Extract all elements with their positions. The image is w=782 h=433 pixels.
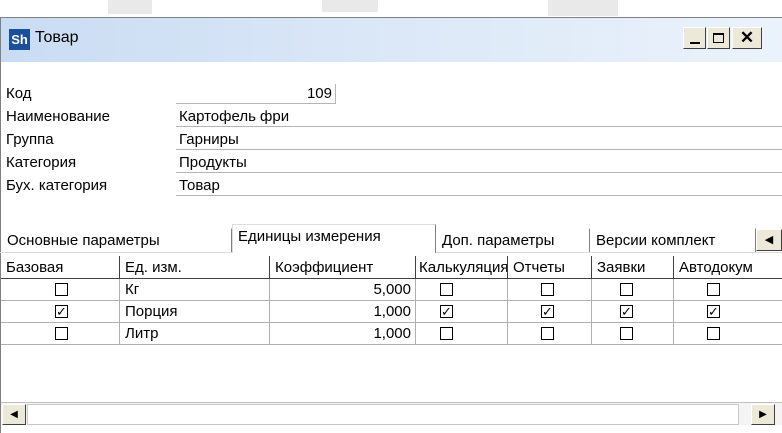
window-title: Товар bbox=[35, 29, 79, 46]
column-header-requests[interactable]: Заявки bbox=[592, 256, 674, 279]
field-label-code: Код bbox=[6, 85, 32, 102]
table-row[interactable]: ✓ bbox=[1, 301, 120, 323]
field-label-accounting-category: Бух. категория bbox=[6, 177, 108, 194]
code-field[interactable]: 109 bbox=[176, 84, 336, 104]
calc-cell[interactable]: ✓ bbox=[416, 301, 508, 323]
app-icon: Sh bbox=[9, 29, 30, 50]
title-bar[interactable]: Sh Товар ✕ bbox=[1, 18, 782, 62]
scroll-left-button[interactable]: ◀ bbox=[2, 404, 26, 425]
close-icon: ✕ bbox=[739, 28, 755, 47]
autodoc-checkbox[interactable] bbox=[707, 283, 720, 296]
watermark-shape bbox=[108, 0, 152, 14]
maximize-icon bbox=[713, 33, 724, 43]
reports-cell[interactable] bbox=[508, 279, 592, 301]
coefficient-cell[interactable]: 1,000 bbox=[270, 323, 416, 345]
column-header-coefficient[interactable]: Коэффициент bbox=[270, 256, 416, 279]
scroll-thumb[interactable] bbox=[27, 404, 739, 425]
requests-checkbox[interactable] bbox=[620, 327, 633, 340]
tab-extra-parameters[interactable]: Доп. параметры bbox=[436, 228, 590, 252]
tab-main-parameters[interactable]: Основные параметры bbox=[1, 228, 232, 252]
autodoc-checkbox-checked[interactable]: ✓ bbox=[707, 305, 720, 318]
base-checkbox[interactable] bbox=[55, 283, 68, 296]
autodoc-checkbox[interactable] bbox=[707, 327, 720, 340]
field-label-category: Категория bbox=[6, 154, 77, 171]
calc-checkbox[interactable] bbox=[440, 327, 453, 340]
tab-versions[interactable]: Версии комплект bbox=[590, 228, 756, 252]
watermark-shape bbox=[322, 0, 378, 12]
requests-cell[interactable] bbox=[592, 323, 674, 345]
tab-scroll-button[interactable]: ◀ bbox=[756, 229, 782, 251]
minimize-button[interactable] bbox=[683, 27, 706, 49]
calc-checkbox-checked[interactable]: ✓ bbox=[440, 305, 453, 318]
column-header-unit[interactable]: Ед. изм. bbox=[120, 256, 270, 279]
reports-cell[interactable] bbox=[508, 323, 592, 345]
left-arrow-icon: ◀ bbox=[764, 234, 774, 246]
tab-units[interactable]: Единицы измерения bbox=[232, 224, 436, 253]
requests-cell[interactable] bbox=[592, 279, 674, 301]
unit-cell[interactable]: Литр bbox=[120, 323, 270, 345]
reports-checkbox[interactable] bbox=[541, 283, 554, 296]
autodoc-cell[interactable]: ✓ bbox=[674, 301, 782, 323]
horizontal-scrollbar[interactable]: ◀ ▶ bbox=[1, 402, 782, 425]
table-row[interactable] bbox=[1, 323, 120, 345]
unit-cell[interactable]: Кг bbox=[120, 279, 270, 301]
scroll-right-button[interactable]: ▶ bbox=[751, 404, 775, 425]
column-header-calculation[interactable]: Калькуляция bbox=[416, 256, 508, 279]
reports-checkbox-checked[interactable]: ✓ bbox=[541, 305, 554, 318]
close-button[interactable]: ✕ bbox=[732, 27, 762, 49]
base-checkbox[interactable] bbox=[55, 327, 68, 340]
calc-cell[interactable] bbox=[416, 279, 508, 301]
coefficient-cell[interactable]: 5,000 bbox=[270, 279, 416, 301]
left-arrow-icon: ◀ bbox=[10, 409, 18, 420]
column-header-autodoc[interactable]: Автодокум bbox=[674, 256, 782, 279]
unit-cell[interactable]: Порция bbox=[120, 301, 270, 323]
accounting-category-field[interactable]: Товар bbox=[176, 176, 782, 196]
name-field[interactable]: Картофель фри bbox=[176, 107, 782, 127]
autodoc-cell[interactable] bbox=[674, 279, 782, 301]
coefficient-cell[interactable]: 1,000 bbox=[270, 301, 416, 323]
autodoc-cell[interactable] bbox=[674, 323, 782, 345]
watermark-shape bbox=[548, 0, 618, 16]
group-field[interactable]: Гарниры bbox=[176, 130, 782, 150]
minimize-icon bbox=[689, 42, 700, 44]
requests-checkbox-checked[interactable]: ✓ bbox=[620, 305, 633, 318]
reports-cell[interactable]: ✓ bbox=[508, 301, 592, 323]
field-label-group: Группа bbox=[6, 131, 54, 148]
requests-checkbox[interactable] bbox=[620, 283, 633, 296]
calc-cell[interactable] bbox=[416, 323, 508, 345]
field-label-name: Наименование bbox=[6, 108, 110, 125]
column-header-base[interactable]: Базовая bbox=[1, 256, 120, 279]
requests-cell[interactable]: ✓ bbox=[592, 301, 674, 323]
column-header-reports[interactable]: Отчеты bbox=[508, 256, 592, 279]
calc-checkbox[interactable] bbox=[440, 283, 453, 296]
right-arrow-icon: ▶ bbox=[759, 409, 767, 420]
reports-checkbox[interactable] bbox=[541, 327, 554, 340]
base-checkbox-checked[interactable]: ✓ bbox=[55, 305, 68, 318]
category-field[interactable]: Продукты bbox=[176, 153, 782, 173]
table-row[interactable] bbox=[1, 279, 120, 301]
maximize-button[interactable] bbox=[707, 27, 730, 49]
